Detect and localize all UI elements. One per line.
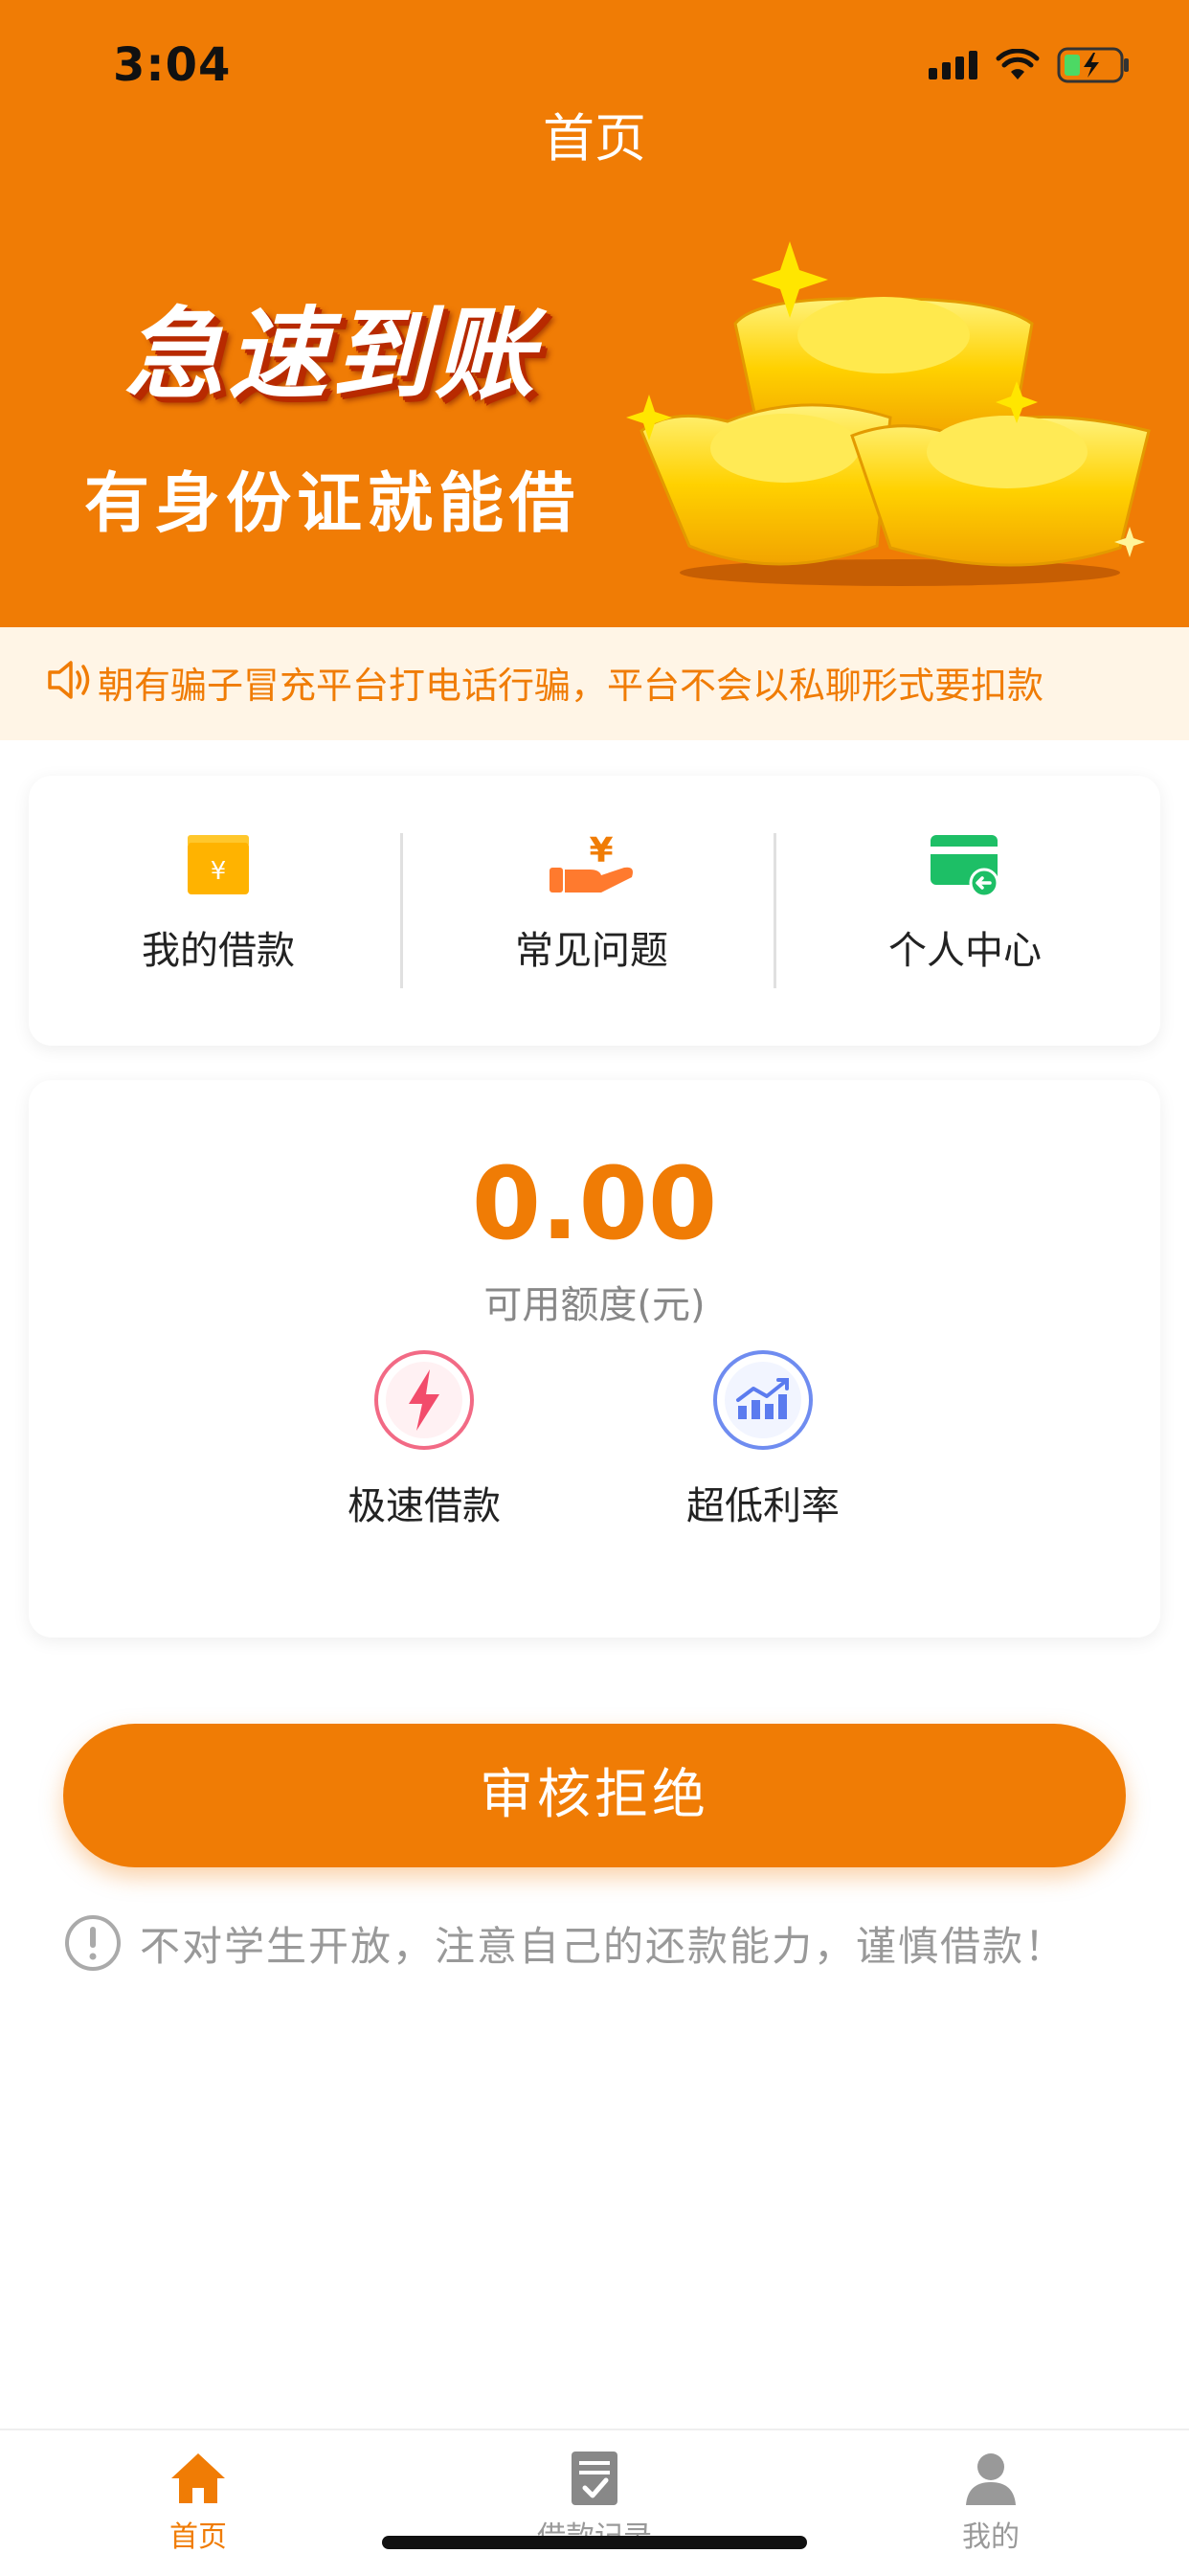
warning-text: 不对学生开放，注意自己的还款能力，谨慎借款！ xyxy=(140,1922,1067,1970)
menu-label: 我的借款 xyxy=(142,929,295,973)
feature-fast-loan[interactable]: 极速借款 xyxy=(280,1348,568,1530)
warning-row: 不对学生开放，注意自己的还款能力，谨慎借款！ xyxy=(63,1913,1066,1973)
document-check-icon xyxy=(572,2452,617,2505)
signal-icon xyxy=(929,51,977,79)
gold-ingot-illustration xyxy=(626,241,1151,586)
tab-label: 我的 xyxy=(962,2520,1020,2554)
feature-label: 超低利率 xyxy=(686,1484,840,1528)
credit-amount: 0.00 xyxy=(471,1145,718,1262)
feature-label: 极速借款 xyxy=(348,1484,501,1528)
menu-faq[interactable]: ¥ 常见问题 xyxy=(405,776,778,1046)
menu-divider xyxy=(774,833,776,988)
review-status-button[interactable]: 审核拒绝 xyxy=(63,1724,1126,1867)
status-time: 3:04 xyxy=(113,38,232,92)
wifi-icon xyxy=(996,49,1040,79)
tab-label: 首页 xyxy=(169,2520,227,2554)
card-arrow-icon xyxy=(931,835,999,898)
notice-bar[interactable]: 朝有骗子冒充平台打电话行骗，平台不会以私聊形式要扣款 xyxy=(0,627,1189,740)
home-indicator xyxy=(382,2536,807,2549)
home-icon xyxy=(171,2453,225,2503)
menu-profile[interactable]: 个人中心 xyxy=(778,776,1152,1046)
user-icon xyxy=(966,2453,1016,2505)
credit-label: 可用额度(元) xyxy=(483,1283,706,1327)
feature-low-rate[interactable]: 超低利率 xyxy=(619,1348,907,1530)
header-banner: 3:04 首页 急速到账 有身份证就能借 xyxy=(0,0,1189,627)
status-icons xyxy=(929,44,1132,86)
page-title: 首页 xyxy=(543,108,646,169)
svg-text:¥: ¥ xyxy=(589,831,613,870)
speaker-icon xyxy=(48,661,90,699)
menu-my-loans[interactable]: ¥ 我的借款 xyxy=(32,776,405,1046)
menu-divider xyxy=(400,833,403,988)
chart-trend-icon xyxy=(713,1350,813,1450)
menu-label: 常见问题 xyxy=(515,929,668,973)
notice-text: 朝有骗子冒充平台打电话行骗，平台不会以私聊形式要扣款 xyxy=(98,665,1044,707)
banner-title: 急速到账 xyxy=(124,296,539,413)
menu-card: ¥ 我的借款 ¥ 常见问题 个人中心 xyxy=(29,776,1160,1046)
hand-yen-icon: ¥ xyxy=(550,831,633,893)
tab-mine[interactable]: 我的 xyxy=(886,2450,1096,2555)
warning-icon xyxy=(65,1915,121,1971)
banner-subtitle: 有身份证就能借 xyxy=(84,466,581,542)
svg-text:¥: ¥ xyxy=(211,857,227,886)
lightning-icon xyxy=(374,1350,474,1450)
menu-label: 个人中心 xyxy=(888,929,1042,973)
battery-charging-icon xyxy=(1057,47,1129,83)
tab-home[interactable]: 首页 xyxy=(93,2450,303,2555)
tab-bar: 首页 借款记录 我的 xyxy=(0,2429,1189,2576)
wallet-yen-icon: ¥ xyxy=(188,835,249,894)
